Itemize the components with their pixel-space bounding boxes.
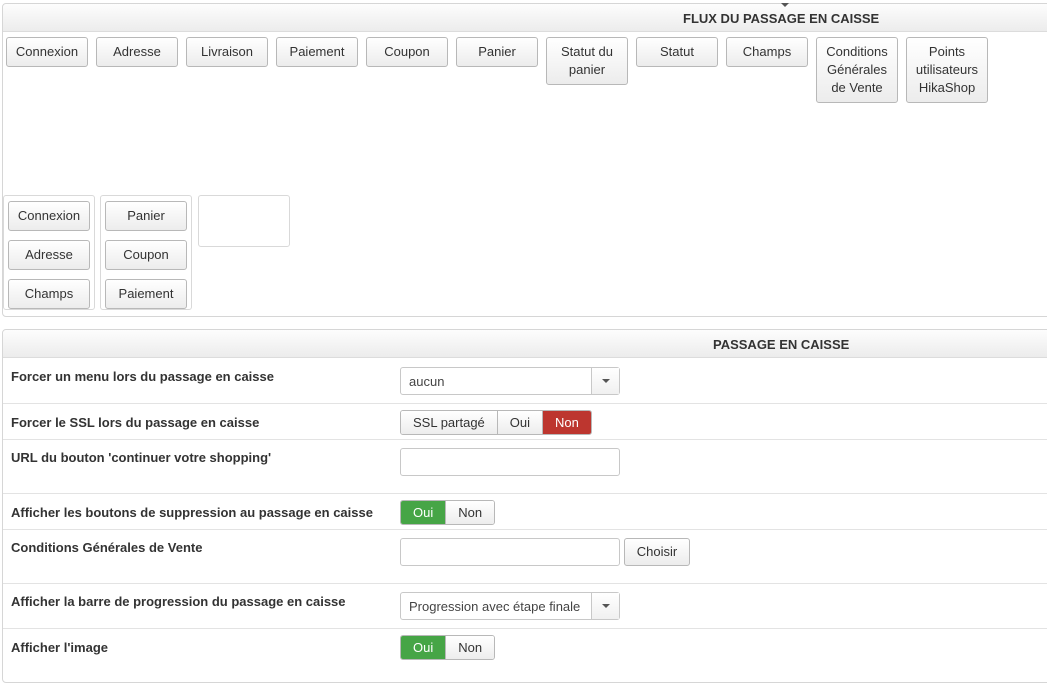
checkout-options-panel: PASSAGE EN CAISSE Forcer un menu lors du… — [2, 329, 1047, 683]
cgv-label: Conditions Générales de Vente — [11, 540, 203, 555]
force-ssl-label: Forcer le SSL lors du passage en caisse — [11, 415, 260, 430]
option-row-progress-bar: Afficher la barre de progression du pass… — [3, 584, 1047, 629]
option-row-continue-url: URL du bouton 'continuer votre shopping' — [3, 440, 1047, 494]
ssl-option-partage[interactable]: SSL partagé — [401, 411, 498, 434]
force-ssl-toggle[interactable]: SSL partagé Oui Non — [400, 410, 592, 435]
group1-item-champs[interactable]: Champs — [8, 279, 90, 309]
show-image-toggle[interactable]: Oui Non — [400, 635, 496, 660]
progress-bar-value: Progression avec étape finale — [409, 599, 581, 614]
flow-group-2[interactable]: Panier Coupon Paiement — [100, 195, 192, 310]
option-row-show-image: Afficher l'image Oui Non — [3, 629, 1047, 683]
option-row-cgv: Conditions Générales de Vente Choisir — [3, 530, 1047, 584]
checkout-flow-panel: FLUX DU PASSAGE EN CAISSE Connexion Adre… — [2, 3, 1047, 317]
flow-step-statut[interactable]: Statut — [636, 37, 718, 67]
dropdown-arrow-icon[interactable] — [591, 593, 619, 619]
ssl-option-non[interactable]: Non — [543, 411, 591, 434]
force-menu-value: aucun — [409, 374, 445, 389]
force-menu-label: Forcer un menu lors du passage en caisse — [11, 369, 274, 384]
continue-url-input[interactable] — [400, 448, 620, 476]
option-row-delete-buttons: Afficher les boutons de suppression au p… — [3, 494, 1047, 530]
flow-group-1[interactable]: Connexion Adresse Champs — [3, 195, 95, 310]
flow-step-livraison[interactable]: Livraison — [186, 37, 268, 67]
cgv-input[interactable] — [400, 538, 620, 566]
flow-step-coupon[interactable]: Coupon — [366, 37, 448, 67]
flow-step-champs[interactable]: Champs — [726, 37, 808, 67]
delete-buttons-label: Afficher les boutons de suppression au p… — [11, 505, 373, 520]
group2-item-coupon[interactable]: Coupon — [105, 240, 187, 270]
progress-bar-select[interactable]: Progression avec étape finale — [400, 592, 620, 620]
delete-buttons-option-non[interactable]: Non — [446, 501, 495, 524]
caret-down-icon[interactable] — [781, 3, 789, 7]
group2-item-panier[interactable]: Panier — [105, 201, 187, 231]
cgv-choose-button[interactable]: Choisir — [624, 538, 690, 566]
flow-group-empty-dropzone[interactable] — [198, 195, 290, 247]
force-menu-select[interactable]: aucun — [400, 367, 620, 395]
show-image-option-oui[interactable]: Oui — [401, 636, 447, 659]
option-row-force-menu: Forcer un menu lors du passage en caisse… — [3, 359, 1047, 404]
delete-buttons-toggle[interactable]: Oui Non — [400, 500, 496, 525]
progress-bar-label: Afficher la barre de progression du pass… — [11, 594, 346, 609]
group1-item-adresse[interactable]: Adresse — [8, 240, 90, 270]
show-image-label: Afficher l'image — [11, 640, 109, 655]
flow-step-cgv[interactable]: Conditions Générales de Vente — [816, 37, 898, 103]
flow-step-statut-panier[interactable]: Statut du panier — [546, 37, 628, 85]
continue-url-label: URL du bouton 'continuer votre shopping' — [11, 450, 272, 465]
ssl-option-oui[interactable]: Oui — [497, 411, 544, 434]
option-row-force-ssl: Forcer le SSL lors du passage en caisse … — [3, 404, 1047, 440]
flow-step-panier[interactable]: Panier — [456, 37, 538, 67]
checkout-options-title: PASSAGE EN CAISSE — [3, 330, 1047, 358]
flow-step-connexion[interactable]: Connexion — [6, 37, 88, 67]
flow-step-adresse[interactable]: Adresse — [96, 37, 178, 67]
group2-item-paiement[interactable]: Paiement — [105, 279, 187, 309]
show-image-option-non[interactable]: Non — [446, 636, 495, 659]
flow-step-points-hikashop[interactable]: Points utilisateurs HikaShop — [906, 37, 988, 103]
checkout-flow-title: FLUX DU PASSAGE EN CAISSE — [3, 4, 1047, 32]
dropdown-arrow-icon[interactable] — [591, 368, 619, 394]
flow-step-paiement[interactable]: Paiement — [276, 37, 358, 67]
delete-buttons-option-oui[interactable]: Oui — [401, 501, 447, 524]
group1-item-connexion[interactable]: Connexion — [8, 201, 90, 231]
